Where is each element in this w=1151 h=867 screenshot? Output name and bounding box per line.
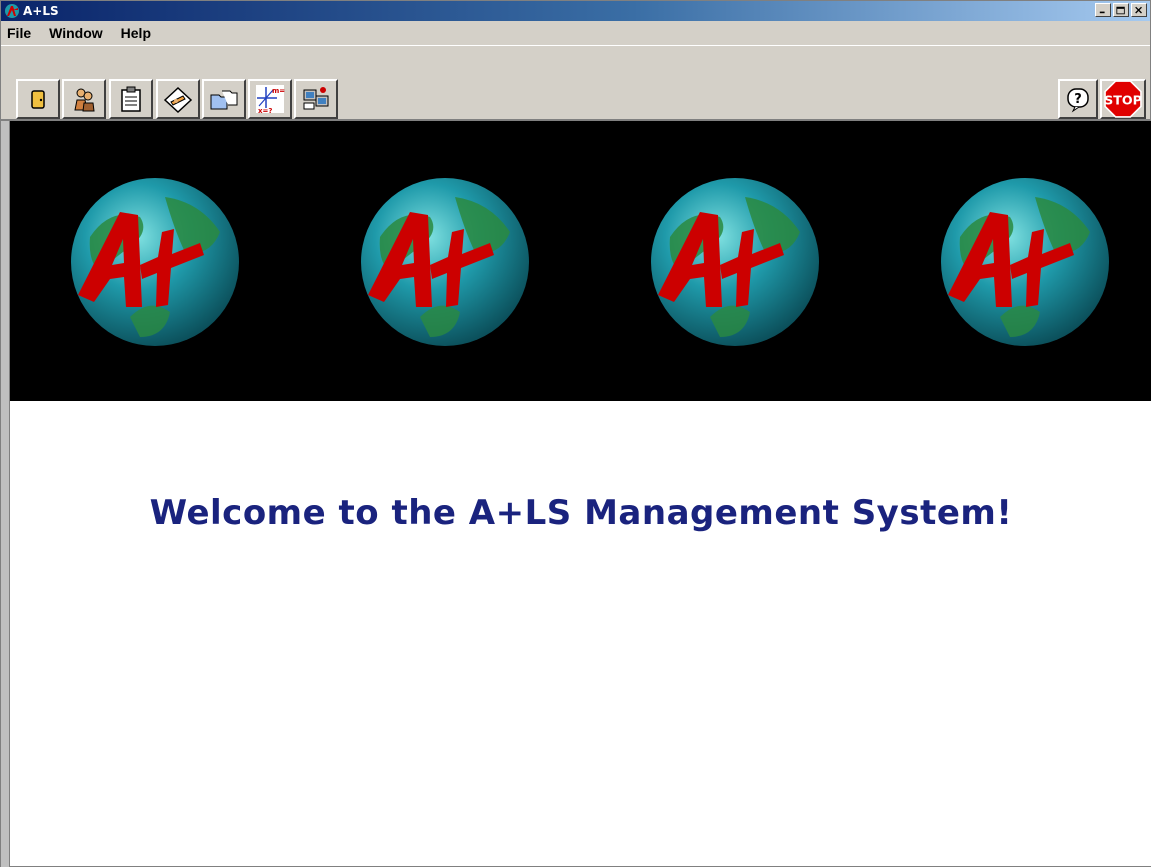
folders-icon: [210, 90, 238, 110]
menu-window[interactable]: Window: [49, 25, 103, 41]
menu-file[interactable]: File: [7, 25, 31, 41]
svg-text:STOP: STOP: [1104, 92, 1142, 107]
maximize-icon: [1116, 6, 1125, 14]
svg-text:x=?: x=?: [258, 107, 272, 114]
globe-logo-icon: [361, 178, 529, 346]
students-button[interactable]: [62, 79, 106, 119]
globe-logo-icon: [71, 178, 239, 346]
grading-button[interactable]: [156, 79, 200, 119]
minimize-icon: [1099, 11, 1105, 14]
welcome-heading: Welcome to the A+LS Management System!: [149, 493, 1013, 533]
assignments-button[interactable]: [109, 79, 153, 119]
maximize-button[interactable]: [1113, 3, 1129, 17]
computer-lab-button[interactable]: [294, 79, 338, 119]
help-button[interactable]: ?: [1058, 79, 1098, 119]
menu-help[interactable]: Help: [121, 25, 151, 41]
title-bar[interactable]: A+LS: [1, 1, 1150, 21]
svg-text:m=1: m=1: [272, 87, 285, 95]
globe-logo-icon: [651, 178, 819, 346]
clipboard-icon: [121, 86, 141, 112]
minimize-button[interactable]: [1095, 3, 1111, 17]
application-window: A+LS File Window Help m= x=? ? STOP Welc…: [0, 0, 1151, 867]
computer-lab-icon: [303, 87, 329, 110]
stop-icon: STOP: [1104, 80, 1142, 118]
grading-pencil-icon: [163, 86, 193, 114]
help-icon: ?: [1067, 88, 1089, 113]
close-icon: [1135, 6, 1142, 13]
math-tools-button[interactable]: m=1 x=?: [248, 79, 292, 119]
window-left-border: [1, 121, 10, 867]
app-logo-icon: [4, 3, 20, 19]
stop-button[interactable]: STOP: [1100, 79, 1146, 119]
math-graph-icon: m=1 x=?: [256, 85, 285, 114]
window-controls: [1095, 3, 1147, 17]
toolbar: m=1 x=? ? STOP: [1, 45, 1150, 121]
exit-door-button[interactable]: [16, 79, 60, 119]
svg-text:?: ?: [1074, 92, 1082, 107]
menu-bar: File Window Help: [1, 21, 1150, 45]
close-button[interactable]: [1131, 3, 1147, 17]
door-icon: [31, 90, 45, 109]
files-button[interactable]: [202, 79, 246, 119]
people-icon: [74, 88, 95, 112]
globe-logo-icon: [941, 178, 1109, 346]
logo-banner: [10, 121, 1151, 401]
window-title: A+LS: [23, 4, 59, 18]
main-content: Welcome to the A+LS Management System!: [10, 401, 1151, 866]
